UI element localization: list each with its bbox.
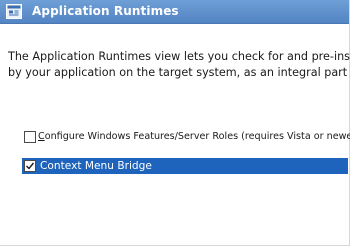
application-runtimes-panel: Application Runtimes The Application Run… xyxy=(0,0,350,246)
panel-title-bar: Application Runtimes xyxy=(0,0,349,24)
windows-features-label: Configure Windows Features/Server Roles … xyxy=(38,130,350,143)
window-app-icon xyxy=(6,4,22,19)
description-line-2: by your application on the target system… xyxy=(8,66,350,79)
windows-features-label-text: onfigure Windows Features/Server Roles (… xyxy=(44,131,350,142)
checkmark-icon xyxy=(26,162,35,170)
context-menu-bridge-checkbox[interactable] xyxy=(24,160,36,172)
description-line-1: The Application Runtimes view lets you c… xyxy=(8,50,350,63)
view-description: The Application Runtimes view lets you c… xyxy=(8,49,350,81)
context-menu-bridge-label: Context Menu Bridge xyxy=(40,160,152,172)
windows-features-accelerator: C xyxy=(38,131,45,142)
runtime-item-windows-features[interactable]: Configure Windows Features/Server Roles … xyxy=(0,130,350,144)
panel-title: Application Runtimes xyxy=(32,4,179,18)
windows-features-checkbox[interactable] xyxy=(24,131,36,143)
